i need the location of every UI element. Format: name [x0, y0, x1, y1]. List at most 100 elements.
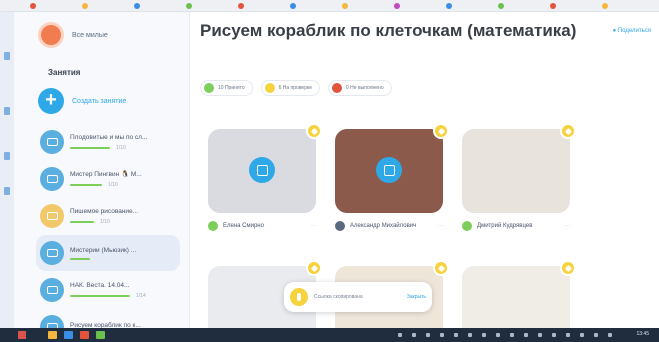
author-avatar — [208, 221, 218, 231]
tray-icon[interactable] — [594, 333, 598, 337]
bookmark-icon[interactable] — [238, 3, 244, 9]
bookmark-icon[interactable] — [186, 3, 192, 9]
status-filter-label: 6 На проверке — [278, 85, 313, 91]
edge-marker[interactable] — [4, 107, 10, 115]
favorite-star-icon[interactable] — [433, 260, 449, 276]
section-title: Занятия — [48, 68, 81, 77]
bookmark-icon[interactable] — [82, 3, 88, 9]
user-name: Все милые — [72, 31, 108, 39]
start-icon[interactable] — [18, 331, 26, 339]
progress-bar — [70, 294, 130, 297]
create-lesson-label: Создать занятие — [72, 97, 127, 105]
edge-marker[interactable] — [4, 152, 10, 160]
submission-card[interactable]: Александр Михайлович ··· — [335, 123, 449, 231]
open-submission-icon[interactable] — [376, 157, 402, 183]
tray-icon[interactable] — [440, 333, 444, 337]
bookmark-icon[interactable] — [498, 3, 504, 9]
tray-icon[interactable] — [538, 333, 542, 337]
taskbar-app-icon[interactable] — [48, 331, 57, 339]
lesson-icon — [40, 130, 64, 154]
card-author: Александр Михайлович ··· — [335, 221, 443, 231]
taskbar-app-icon[interactable] — [80, 331, 89, 339]
avatar — [38, 22, 64, 48]
tray-icon[interactable] — [566, 333, 570, 337]
create-lesson-button[interactable]: + Создать занятие — [38, 88, 126, 114]
bookmark-icon[interactable] — [134, 3, 140, 9]
progress-bar — [70, 146, 110, 149]
submission-card[interactable]: Елена Смирно ··· — [208, 123, 322, 231]
taskbar-app-icon[interactable] — [96, 331, 105, 339]
lesson-icon — [40, 204, 64, 228]
submission-card[interactable]: Дмитрий Кудрявцев ··· — [462, 123, 576, 231]
favorite-star-icon[interactable] — [560, 260, 576, 276]
status-dot-icon — [264, 83, 275, 93]
tray-icon[interactable] — [482, 333, 486, 337]
toast-message: Ссылка скопирована — [314, 294, 363, 300]
lesson-title: НАК. Веста. 14.04... — [70, 281, 130, 289]
bookmark-icon[interactable] — [342, 3, 348, 9]
bookmark-icon[interactable] — [446, 3, 452, 9]
lesson-meta: 1/10 — [116, 144, 126, 151]
favorite-star-icon[interactable] — [306, 260, 322, 276]
lesson-icon — [40, 167, 64, 191]
submission-image[interactable] — [462, 129, 570, 213]
lesson-item[interactable]: НАК. Веста. 14.04... 1/14 — [36, 272, 180, 308]
favorite-star-icon[interactable] — [433, 123, 449, 139]
edge-marker[interactable] — [4, 52, 10, 60]
info-icon — [290, 288, 308, 306]
taskbar: 13:45 — [0, 328, 659, 342]
status-dot-icon — [204, 83, 214, 93]
submission-image[interactable] — [208, 129, 316, 213]
tray-icon[interactable] — [552, 333, 556, 337]
card-author: Дмитрий Кудрявцев ··· — [462, 221, 570, 231]
tray-icon[interactable] — [510, 333, 514, 337]
card-author: Елена Смирно ··· — [208, 221, 316, 231]
left-edge-panel — [0, 12, 14, 328]
taskbar-app-icon[interactable] — [64, 331, 73, 339]
status-filter-chip[interactable]: 0 Не выполнено — [328, 80, 392, 96]
open-submission-icon[interactable] — [249, 157, 275, 183]
tray-icon[interactable] — [412, 333, 416, 337]
app-window: Все милые Занятия + Создать занятие Плод… — [0, 12, 659, 342]
tray-icon[interactable] — [580, 333, 584, 337]
bookmark-icon[interactable] — [30, 3, 36, 9]
favorite-star-icon[interactable] — [306, 123, 322, 139]
tray-icon[interactable] — [454, 333, 458, 337]
share-link[interactable]: ● Поделиться — [613, 28, 651, 34]
lesson-icon — [40, 241, 64, 265]
more-options-icon[interactable]: ··· — [311, 223, 316, 229]
lesson-item[interactable]: Пишемое рисование... 1/10 — [36, 198, 180, 234]
tray-icon[interactable] — [496, 333, 500, 337]
lesson-item[interactable]: Мистер Пингвин 🐧 М... 1/10 — [36, 161, 180, 197]
lesson-meta: 1/10 — [100, 218, 110, 225]
bookmark-icon[interactable] — [602, 3, 608, 9]
user-profile[interactable]: Все милые — [38, 22, 108, 48]
edge-marker[interactable] — [4, 187, 10, 195]
progress-bar — [70, 257, 90, 260]
more-options-icon[interactable]: ··· — [565, 223, 570, 229]
author-name: Александр Михайлович — [350, 223, 417, 229]
bookmark-icon[interactable] — [290, 3, 296, 9]
status-dot-icon — [332, 83, 343, 93]
more-options-icon[interactable]: ··· — [438, 223, 443, 229]
lesson-item[interactable]: Мистерии (Мьюзик) ... — [36, 235, 180, 271]
bookmark-icon[interactable] — [550, 3, 556, 9]
taskbar-clock: 13:45 — [636, 331, 649, 337]
tray-icon[interactable] — [398, 333, 402, 337]
status-filter-label: 0 Не выполнено — [346, 85, 384, 91]
toast-notification: Ссылка скопирована Закрыть — [284, 282, 432, 312]
author-name: Дмитрий Кудрявцев — [477, 223, 533, 229]
tray-icon[interactable] — [524, 333, 528, 337]
status-filter-chip[interactable]: 10 Принято — [200, 80, 253, 96]
tray-icon[interactable] — [426, 333, 430, 337]
favorite-star-icon[interactable] — [560, 123, 576, 139]
bookmark-icon[interactable] — [394, 3, 400, 9]
author-avatar — [335, 221, 345, 231]
status-filter-chip[interactable]: 6 На проверке — [260, 80, 321, 96]
toast-close-button[interactable]: Закрыть — [407, 294, 426, 300]
lesson-item[interactable]: Плодовитые и мы по сл... 1/10 — [36, 124, 180, 160]
submission-image[interactable] — [335, 129, 443, 213]
tray-icon[interactable] — [608, 333, 612, 337]
status-filters: 10 Принято 6 На проверке 0 Не выполнено — [200, 80, 392, 96]
tray-icon[interactable] — [468, 333, 472, 337]
